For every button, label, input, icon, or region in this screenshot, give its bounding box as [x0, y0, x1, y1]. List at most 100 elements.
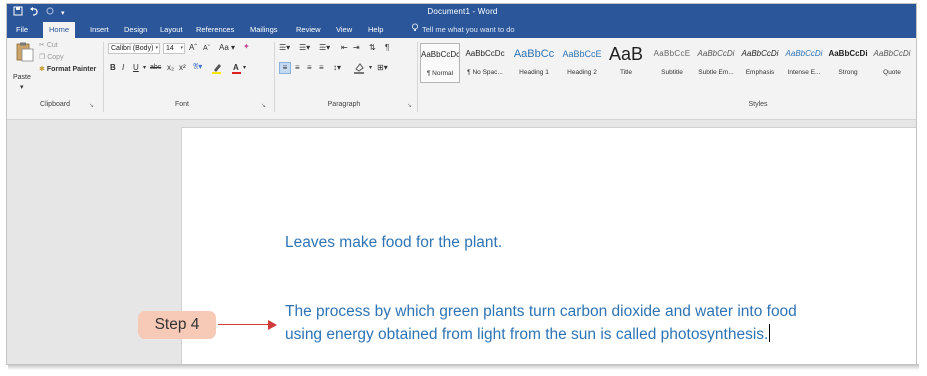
- change-case-label: Aa: [219, 43, 229, 52]
- tab-insert[interactable]: Insert: [87, 22, 112, 38]
- paragraph-2-line-1[interactable]: The process by which green plants turn c…: [285, 301, 797, 323]
- tab-references[interactable]: References: [193, 22, 237, 38]
- style-heading-1[interactable]: AaBbCc Heading 1: [512, 43, 556, 83]
- tab-view[interactable]: View: [333, 22, 355, 38]
- document-title: Document1 - Word: [427, 7, 498, 16]
- tab-mailings[interactable]: Mailings: [247, 22, 281, 38]
- copy-icon: ❐: [39, 54, 46, 61]
- align-center-icon[interactable]: ≡: [295, 63, 300, 73]
- style-normal[interactable]: AaBbCcDc ¶ Normal: [420, 43, 460, 83]
- style-name: ¶ Normal: [426, 70, 454, 77]
- format-painter-button[interactable]: ✱ Format Painter: [39, 65, 96, 75]
- italic-button[interactable]: I: [122, 63, 124, 73]
- font-color-icon[interactable]: A: [231, 62, 243, 77]
- format-painter-icon: ✱: [39, 66, 45, 73]
- chevron-down-icon: ▾: [180, 45, 183, 51]
- style-name: Strong: [838, 69, 858, 76]
- tab-home[interactable]: Home: [43, 22, 76, 38]
- style-quote[interactable]: AaBbCcDi Quote: [872, 43, 912, 83]
- style-no-spacing[interactable]: AaBbCcDc ¶ No Spac...: [465, 43, 505, 83]
- paste-icon: [16, 42, 34, 62]
- paragraph-1[interactable]: Leaves make food for the plant.: [285, 232, 502, 254]
- copy-label: Copy: [47, 54, 64, 61]
- style-preview: AaBbCc: [513, 48, 555, 60]
- style-emphasis[interactable]: AaBbCcDi Emphasis: [740, 43, 780, 83]
- shading-icon[interactable]: [353, 62, 367, 77]
- style-preview: AaBbCcDi: [828, 49, 868, 58]
- paragraph-2-line-2[interactable]: using energy obtained from light from th…: [285, 324, 771, 346]
- style-preview: AaBbCcE: [562, 49, 602, 59]
- font-color-dropdown-icon[interactable]: ▾: [243, 63, 246, 73]
- window-shadow: [8, 364, 919, 370]
- arrow-head-icon: [268, 320, 277, 330]
- styles-group-label: Styles: [748, 101, 768, 108]
- justify-icon[interactable]: ≡: [319, 63, 324, 73]
- style-name: ¶ No Spac...: [467, 69, 503, 76]
- tab-layout[interactable]: Layout: [157, 22, 186, 38]
- document-page[interactable]: Leaves make food for the plant. The proc…: [181, 127, 916, 364]
- increase-indent-icon[interactable]: ⇥: [353, 43, 360, 53]
- sort-icon[interactable]: ⇅: [369, 43, 376, 53]
- paste-label[interactable]: Paste: [13, 73, 31, 83]
- tab-review[interactable]: Review: [293, 22, 324, 38]
- grow-font-button[interactable]: Aˆ: [189, 43, 197, 53]
- font-launcher-icon[interactable]: ↘: [261, 102, 266, 109]
- style-name: Subtle Em...: [698, 69, 734, 76]
- tab-help[interactable]: Help: [365, 22, 386, 38]
- change-case-button[interactable]: Aa ▾: [219, 43, 235, 53]
- lightbulb-icon: [411, 22, 419, 38]
- align-right-icon[interactable]: ≡: [307, 63, 312, 73]
- cut-button[interactable]: ✂ Cut: [39, 41, 58, 51]
- numbering-icon[interactable]: ☰▾: [299, 43, 310, 53]
- paste-dropdown-icon[interactable]: ▾: [20, 83, 24, 93]
- step-arrow: [218, 324, 270, 325]
- style-subtitle[interactable]: AaBbCcE Subtitle: [652, 43, 692, 83]
- style-name: Quote: [883, 69, 901, 76]
- paste-button[interactable]: [13, 42, 35, 68]
- line-spacing-icon[interactable]: ↕▾: [333, 63, 341, 73]
- style-name: Title: [619, 69, 633, 76]
- styles-gallery: AaBbCcDc ¶ Normal AaBbCcDc ¶ No Spac... …: [420, 41, 916, 99]
- title-bar: ▾ Document1 - Word: [7, 4, 916, 22]
- style-intense-emphasis[interactable]: AaBbCcDi Intense E...: [784, 43, 824, 83]
- tell-me-placeholder: Tell me what you want to do: [422, 25, 515, 34]
- highlight-color-icon[interactable]: [211, 62, 225, 77]
- bullets-icon[interactable]: ☰▾: [279, 43, 290, 53]
- text-effects-icon[interactable]: 𝔄▾: [193, 62, 202, 72]
- style-title[interactable]: AaB Title: [606, 43, 646, 83]
- tell-me-box[interactable]: Tell me what you want to do: [411, 22, 515, 38]
- borders-icon[interactable]: ⊞▾: [377, 63, 388, 73]
- bold-button[interactable]: B: [110, 63, 116, 73]
- underline-button[interactable]: U: [133, 63, 139, 73]
- shading-dropdown-icon[interactable]: ▾: [369, 63, 372, 73]
- subscript-button[interactable]: x₂: [167, 63, 174, 73]
- style-subtle-emphasis[interactable]: AaBbCcDi Subtle Em...: [696, 43, 736, 83]
- separator: [417, 42, 418, 112]
- copy-button[interactable]: ❐ Copy: [39, 53, 64, 63]
- style-strong[interactable]: AaBbCcDi Strong: [828, 43, 868, 83]
- underline-dropdown-icon[interactable]: ▾: [143, 63, 146, 73]
- font-size-select[interactable]: 14 ▾: [163, 43, 185, 54]
- tab-file[interactable]: File: [13, 22, 31, 38]
- show-marks-button[interactable]: ¶: [385, 43, 389, 53]
- decrease-indent-icon[interactable]: ⇤: [341, 43, 348, 53]
- strikethrough-button[interactable]: abc: [150, 63, 161, 73]
- chevron-down-icon: ▾: [155, 45, 158, 51]
- font-group-label: Font: [174, 101, 189, 108]
- style-preview: AaBbCcDi: [785, 49, 823, 58]
- paragraph-2-line-2-text: using energy obtained from light from th…: [285, 326, 769, 343]
- scissors-icon: ✂: [39, 42, 45, 49]
- clear-formatting-icon[interactable]: ✦: [243, 42, 250, 52]
- style-heading-2[interactable]: AaBbCcE Heading 2: [560, 43, 604, 83]
- shrink-font-button[interactable]: Aˇ: [203, 44, 210, 54]
- separator: [274, 42, 275, 112]
- align-left-icon[interactable]: ≡: [279, 62, 291, 74]
- clipboard-launcher-icon[interactable]: ↘: [89, 102, 94, 109]
- paragraph-launcher-icon[interactable]: ↘: [407, 102, 412, 109]
- tab-design[interactable]: Design: [121, 22, 150, 38]
- multilevel-list-icon[interactable]: ☰▾: [319, 43, 330, 53]
- text-cursor: [769, 324, 771, 342]
- font-family-select[interactable]: Calibri (Body) ▾: [108, 43, 160, 54]
- style-name: Emphasis: [745, 69, 775, 76]
- superscript-button[interactable]: x²: [179, 63, 186, 73]
